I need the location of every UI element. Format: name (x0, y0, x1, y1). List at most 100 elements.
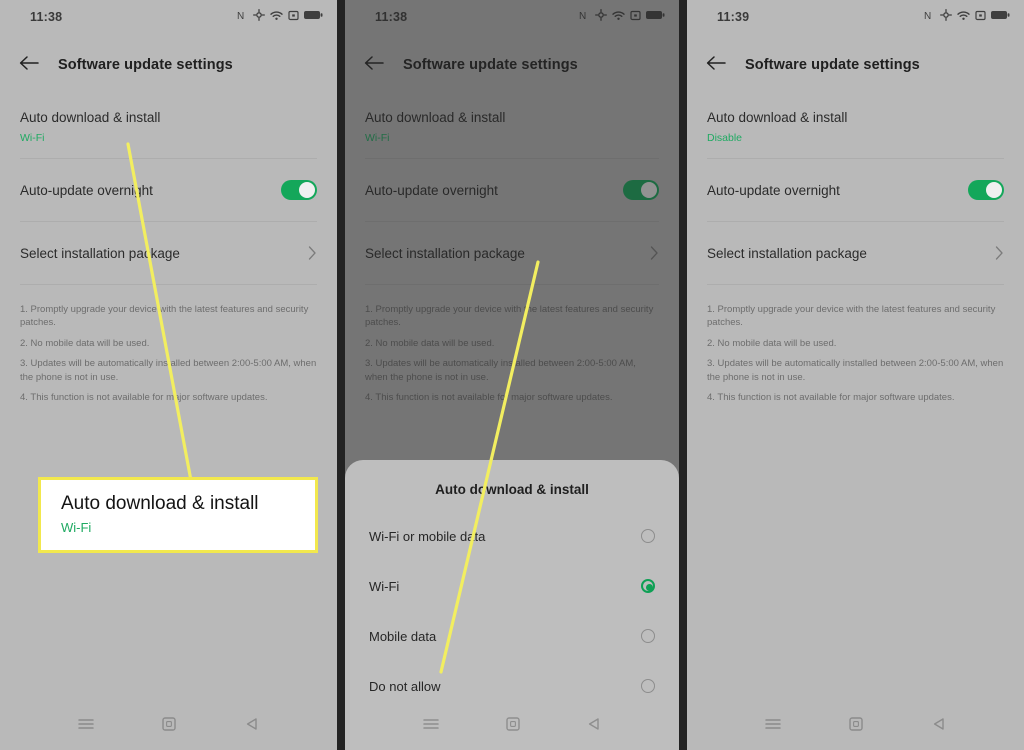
phone-panel-dialog: 11:38 N Software update settings Auto do… (345, 0, 679, 750)
auto-update-label: Auto-update overnight (365, 182, 498, 198)
recents-icon[interactable] (764, 717, 782, 736)
status-icons: N (579, 9, 665, 21)
wifi-icon (957, 10, 970, 21)
row-select-installation-package[interactable]: Select installation package (707, 222, 1004, 284)
auto-update-toggle[interactable] (623, 180, 659, 200)
chevron-right-icon (650, 246, 659, 260)
note-item: 2. No mobile data will be used. (20, 337, 150, 349)
panel-separator (337, 0, 345, 750)
option-wifi[interactable]: Wi-Fi (369, 561, 655, 611)
option-label: Do not allow (369, 678, 441, 694)
status-bar: 11:39 N (687, 0, 1024, 34)
callout-title: Auto download & install (61, 493, 259, 514)
back-icon[interactable] (586, 716, 602, 737)
navigation-bar (0, 702, 337, 750)
wifi-icon (612, 10, 625, 21)
battery-icon (304, 10, 323, 20)
select-package-label: Select installation package (365, 245, 525, 261)
radio-button-selected[interactable] (641, 579, 655, 593)
option-label: Wi-Fi (369, 578, 400, 594)
back-icon[interactable] (931, 716, 947, 737)
location-icon (940, 9, 952, 21)
navigation-bar (687, 702, 1024, 750)
auto-download-value: Wi-Fi (20, 132, 45, 144)
back-arrow-icon[interactable] (363, 54, 385, 76)
row-auto-download-install[interactable]: Auto download & install Disable (707, 88, 1004, 158)
phone-panel-before: 11:38 N Software update settings Auto do… (0, 0, 337, 750)
auto-download-label: Auto download & install (707, 110, 848, 125)
note-item: 4. This function is not available for ma… (365, 392, 613, 404)
settings-list: Auto download & install Disable Auto-upd… (687, 88, 1024, 285)
status-bar: 11:38 N (345, 0, 679, 34)
auto-update-label: Auto-update overnight (20, 182, 153, 198)
recents-icon[interactable] (422, 717, 440, 736)
note-item: 1. Promptly upgrade your device with the… (20, 304, 309, 329)
option-mobile-data[interactable]: Mobile data (369, 611, 655, 661)
status-icons: N (924, 9, 1010, 21)
home-icon[interactable] (848, 716, 864, 737)
row-auto-update-overnight[interactable]: Auto-update overnight (20, 159, 317, 221)
recents-icon[interactable] (77, 717, 95, 736)
note-item: 3. Updates will be automatically install… (365, 358, 636, 383)
svg-text:N: N (579, 11, 586, 21)
note-item: 3. Updates will be automatically install… (707, 358, 1004, 383)
radio-button[interactable] (641, 629, 655, 643)
option-label: Wi-Fi or mobile data (369, 528, 486, 544)
battery-icon (646, 10, 665, 20)
svg-text:N: N (924, 11, 931, 21)
note-item: 1. Promptly upgrade your device with the… (707, 304, 996, 329)
row-auto-download-install[interactable]: Auto download & install Wi-Fi (365, 88, 659, 158)
auto-update-label: Auto-update overnight (707, 182, 840, 198)
app-bar: Software update settings (687, 42, 1024, 88)
info-notes: 1. Promptly upgrade your device with the… (0, 285, 337, 405)
radio-button[interactable] (641, 679, 655, 693)
auto-download-label: Auto download & install (365, 110, 506, 125)
status-bar: 11:38 N (0, 0, 337, 34)
chevron-right-icon (995, 246, 1004, 260)
row-select-installation-package[interactable]: Select installation package (365, 222, 659, 284)
location-icon (253, 9, 265, 21)
auto-download-value: Wi-Fi (365, 132, 390, 144)
option-wifi-or-mobile-data[interactable]: Wi-Fi or mobile data (369, 511, 655, 561)
note-item: 4. This function is not available for ma… (707, 392, 955, 404)
status-clock: 11:38 (30, 10, 63, 24)
back-arrow-icon[interactable] (18, 54, 40, 76)
app-bar: Software update settings (0, 42, 337, 88)
screenshot-icon (630, 10, 641, 21)
page-title: Software update settings (403, 57, 578, 73)
page-title: Software update settings (58, 57, 233, 73)
row-auto-update-overnight[interactable]: Auto-update overnight (707, 159, 1004, 221)
callout-subtitle: Wi-Fi (61, 520, 92, 535)
radio-button[interactable] (641, 529, 655, 543)
wifi-icon (270, 10, 283, 21)
svg-text:N: N (237, 11, 244, 21)
nfc-icon: N (237, 10, 248, 21)
home-icon[interactable] (161, 716, 177, 737)
auto-update-toggle[interactable] (281, 180, 317, 200)
phone-panel-after: 11:39 N Software update settings Auto do… (687, 0, 1024, 750)
home-icon[interactable] (505, 716, 521, 737)
auto-update-toggle[interactable] (968, 180, 1004, 200)
info-notes: 1. Promptly upgrade your device with the… (687, 285, 1024, 405)
navigation-bar (345, 702, 679, 750)
row-auto-update-overnight[interactable]: Auto-update overnight (365, 159, 659, 221)
auto-download-value: Disable (707, 132, 743, 144)
note-item: 1. Promptly upgrade your device with the… (365, 304, 654, 329)
row-select-installation-package[interactable]: Select installation package (20, 222, 317, 284)
settings-list: Auto download & install Wi-Fi Auto-updat… (345, 88, 679, 285)
status-clock: 11:39 (717, 10, 750, 24)
select-package-label: Select installation package (707, 245, 867, 261)
note-item: 3. Updates will be automatically install… (20, 358, 317, 383)
back-icon[interactable] (244, 716, 260, 737)
option-label: Mobile data (369, 628, 437, 644)
page-title: Software update settings (745, 57, 920, 73)
screenshot-icon (975, 10, 986, 21)
row-auto-download-install[interactable]: Auto download & install Wi-Fi (20, 88, 317, 158)
select-package-label: Select installation package (20, 245, 180, 261)
info-notes: 1. Promptly upgrade your device with the… (345, 285, 679, 405)
dialog-title: Auto download & install (435, 482, 589, 497)
panel-separator (679, 0, 687, 750)
back-arrow-icon[interactable] (705, 54, 727, 76)
three-panel-screenshot: 11:38 N Software update settings Auto do… (0, 0, 1024, 750)
battery-icon (991, 10, 1010, 20)
